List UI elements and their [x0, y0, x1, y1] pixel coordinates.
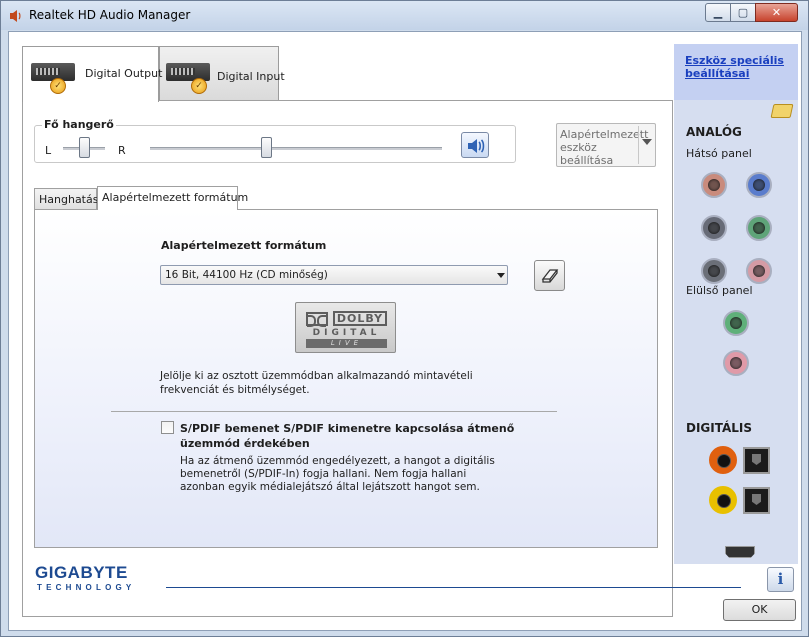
front-jack-2[interactable]: [723, 350, 749, 376]
tab-label: Digital Input: [217, 70, 285, 83]
spdif-passthrough-checkbox[interactable]: [161, 421, 174, 434]
info-button[interactable]: i: [767, 567, 794, 592]
left-label: L: [45, 144, 52, 157]
divider: [111, 411, 557, 412]
coaxial-output-jack[interactable]: [709, 446, 737, 474]
optical-input-jack[interactable]: [743, 487, 770, 514]
balance-slider-thumb[interactable]: [78, 137, 90, 158]
connector-sidebar: Eszköz speciális beállításai ANALÓG Háts…: [674, 44, 798, 564]
dolby-double-d-icon: [306, 312, 328, 327]
ok-button[interactable]: OK: [723, 599, 796, 621]
set-default-device-dropdown[interactable]: Alapértelmezett eszköz beállítása: [556, 123, 656, 167]
dolby-live-text: LIVE: [306, 339, 387, 348]
gigabyte-logo-subtitle: TECHNOLOGY: [37, 583, 136, 592]
tab-sound-effects[interactable]: Hanghatás: [34, 188, 99, 209]
title-bar[interactable]: Realtek HD Audio Manager ▁ ▢ ✕: [1, 1, 808, 30]
mute-button[interactable]: [461, 132, 489, 158]
coaxial-input-jack[interactable]: [709, 486, 737, 514]
chevron-down-icon: [642, 139, 652, 145]
speaker-app-icon: [10, 10, 21, 22]
close-button[interactable]: ✕: [755, 3, 798, 22]
main-volume-legend: Fő hangerő: [42, 118, 116, 131]
format-select-value: 16 Bit, 44100 Hz (CD minőség): [165, 269, 328, 281]
tab-digital-input[interactable]: ✓ Digital Input: [159, 46, 285, 101]
reset-format-button[interactable]: [534, 260, 565, 291]
default-format-panel: Alapértelmezett formátum 16 Bit, 44100 H…: [34, 209, 658, 548]
main-panel: Fő hangerő L R Alapértelmezett eszköz be…: [22, 100, 673, 617]
dropdown-separator: [638, 126, 639, 164]
rear-jack-1[interactable]: [701, 172, 727, 198]
app-window: Realtek HD Audio Manager ▁ ▢ ✕ ✓ Digital…: [0, 0, 809, 637]
window-title: Realtek HD Audio Manager: [29, 8, 191, 22]
eraser-icon: [541, 269, 559, 283]
rear-panel-label: Hátsó panel: [686, 147, 752, 160]
speaker-icon: [468, 139, 485, 153]
front-panel-label: Elülső panel: [686, 284, 753, 297]
tab-label: Digital Output: [85, 67, 163, 80]
folder-icon[interactable]: [770, 104, 794, 118]
tab-default-format[interactable]: Alapértelmezett formátum: [97, 186, 248, 210]
advanced-device-settings-link[interactable]: Eszköz speciális beállításai: [685, 54, 785, 80]
rear-jack-2[interactable]: [746, 172, 772, 198]
dolby-wordmark: DOLBY: [333, 311, 387, 326]
digital-heading: DIGITÁLIS: [686, 421, 753, 435]
spdif-passthrough-label[interactable]: S/PDIF bemenet S/PDIF kimenetre kapcsolá…: [180, 421, 520, 451]
analog-heading: ANALÓG: [686, 125, 742, 139]
check-badge-icon: ✓: [191, 78, 207, 94]
dolby-digital-text: DIGITAL: [312, 328, 381, 338]
set-default-device-label: Alapértelmezett eszköz beállítása: [560, 128, 649, 167]
rear-jack-5[interactable]: [701, 258, 727, 284]
spdif-passthrough-description: Ha az átmenő üzemmód engedélyezett, a ha…: [180, 455, 495, 493]
advanced-settings-box: Eszköz speciális beállításai: [674, 44, 798, 100]
front-jack-1[interactable]: [723, 310, 749, 336]
dolby-digital-live-logo: DOLBY DIGITAL LIVE: [295, 302, 396, 353]
rear-jack-3[interactable]: [701, 215, 727, 241]
format-select[interactable]: 16 Bit, 44100 Hz (CD minőség): [160, 265, 508, 285]
footer-divider: [166, 587, 741, 588]
window-controls: ▁ ▢ ✕: [705, 3, 798, 22]
default-format-title: Alapértelmezett formátum: [161, 239, 327, 252]
hdmi-port-icon[interactable]: [725, 546, 755, 558]
digital-input-device-icon: [166, 63, 210, 81]
optical-output-jack[interactable]: [743, 447, 770, 474]
tab-label: Hanghatás: [39, 193, 99, 206]
check-badge-icon: ✓: [50, 78, 66, 94]
format-description: Jelölje ki az osztott üzemmódban alkalma…: [160, 370, 473, 396]
right-label: R: [118, 144, 126, 157]
rear-jack-6[interactable]: [746, 258, 772, 284]
minimize-button[interactable]: ▁: [705, 3, 731, 22]
maximize-button[interactable]: ▢: [730, 3, 756, 22]
volume-slider-thumb[interactable]: [261, 137, 273, 158]
volume-track[interactable]: [150, 147, 442, 150]
main-volume-group: Fő hangerő L R: [34, 118, 516, 163]
tab-label: Alapértelmezett formátum: [102, 191, 249, 204]
client-area: ✓ Digital Output ✓ Digital Input Fő hang…: [8, 31, 802, 631]
dropdown-arrow-icon: [497, 273, 505, 278]
rear-jack-4[interactable]: [746, 215, 772, 241]
gigabyte-logo: GIGABYTE: [35, 563, 128, 582]
tab-digital-output[interactable]: ✓ Digital Output: [22, 46, 163, 102]
